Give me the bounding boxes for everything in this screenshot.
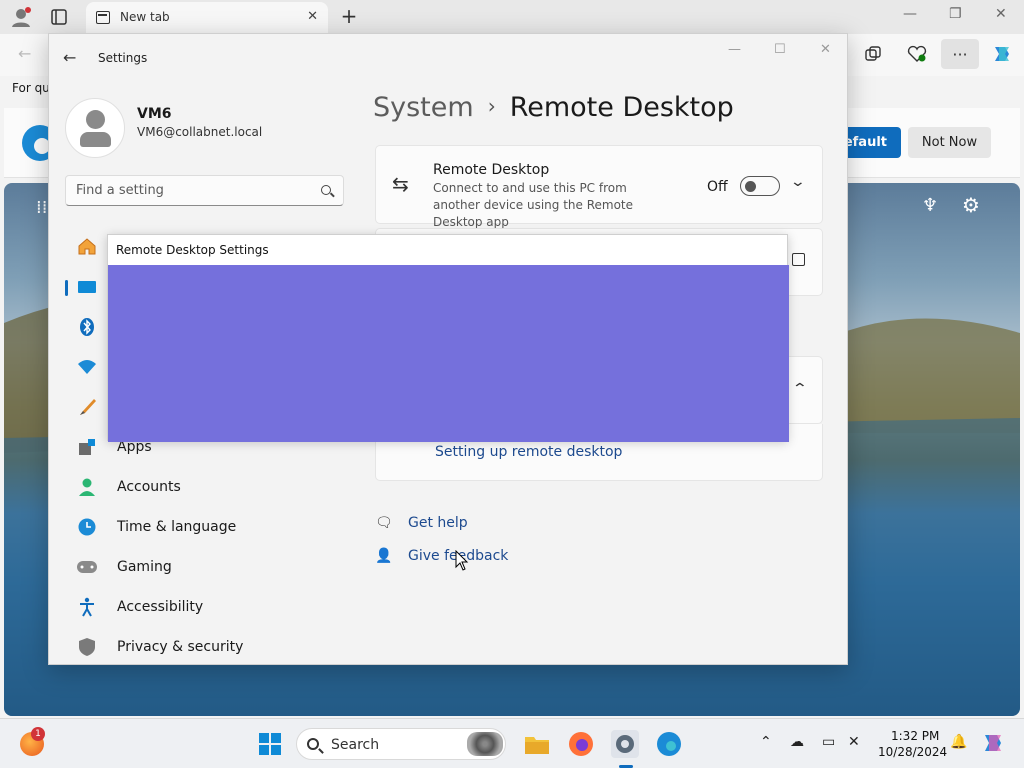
user-avatar[interactable] (65, 98, 125, 158)
get-help-icon: 🗨 (375, 515, 393, 531)
find-setting-input[interactable] (66, 176, 306, 205)
copilot-icon[interactable] (990, 42, 1014, 66)
user-name: VM6 (137, 106, 172, 122)
nav-item-time-language[interactable]: Time & language (65, 509, 345, 545)
get-help-link[interactable]: Get help (408, 515, 468, 531)
clock-date[interactable]: 10/28/2024 (878, 745, 947, 759)
search-highlight-icon (467, 732, 503, 756)
remote-desktop-title: Remote Desktop (433, 162, 550, 178)
chevron-down-icon[interactable]: ⌄ (790, 174, 806, 190)
page-title: Remote Desktop (509, 92, 734, 123)
search-icon[interactable] (321, 185, 331, 195)
remote-desktop-toggle[interactable] (740, 176, 780, 196)
browser-essentials-icon[interactable] (906, 44, 928, 64)
page-settings-gear-icon[interactable]: ⚙ (962, 193, 980, 217)
mouse-pointer-icon (455, 550, 469, 571)
favorites-bar-text: For qu (12, 81, 50, 95)
avatar-head (86, 110, 105, 129)
browser-close-icon[interactable]: ✕ (995, 6, 1007, 22)
gaming-icon (73, 555, 101, 579)
copilot-preview-icon[interactable] (981, 731, 1005, 759)
remote-desktop-state: Off (707, 179, 728, 195)
external-link-icon[interactable] (792, 253, 805, 266)
remote-desktop-settings-dialog[interactable]: Remote Desktop Settings (107, 234, 789, 442)
user-email: VM6@collabnet.local (137, 125, 263, 139)
settings-maximize-icon[interactable]: ☐ (774, 42, 786, 57)
personalization-icon (73, 395, 101, 419)
accounts-icon (73, 475, 101, 499)
home-icon (73, 234, 101, 258)
more-options-icon[interactable]: ··· (941, 39, 979, 69)
remote-desktop-description: Connect to and use this PC from another … (433, 181, 634, 229)
privacy-shield-icon (73, 635, 101, 659)
nav-item-accessibility[interactable]: Accessibility (65, 589, 345, 625)
settings-window-title: Settings (98, 51, 148, 65)
profile-avatar-icon[interactable] (8, 5, 34, 29)
give-feedback-row[interactable]: 👤 Give feedback (375, 548, 508, 564)
collections-icon[interactable] (863, 44, 883, 64)
network-status-icon[interactable]: ☁ (790, 734, 804, 750)
breadcrumb: System › Remote Desktop (373, 92, 734, 123)
nav-item-gaming[interactable]: Gaming (65, 549, 345, 585)
edge-app-icon[interactable] (655, 730, 683, 758)
settings-minimize-icon[interactable]: — (728, 42, 741, 57)
tab-new-tab[interactable]: New tab ✕ (86, 2, 328, 34)
settings-back-icon[interactable]: ← (63, 48, 76, 67)
breadcrumb-chevron-icon: › (487, 94, 496, 118)
remote-desktop-icon: ⇆ (392, 172, 409, 196)
dialog-body[interactable] (108, 265, 789, 442)
time-language-icon (73, 515, 101, 539)
tab-title: New tab (120, 10, 170, 24)
display-icon[interactable]: ▭ (822, 734, 835, 750)
chevron-up-icon[interactable]: ⌃ (792, 381, 808, 397)
volume-muted-icon[interactable]: ✕ (848, 734, 860, 750)
tab-bar: New tab ✕ + — ❐ ✕ (0, 0, 1024, 34)
avatar-body (80, 132, 111, 147)
network-icon (73, 355, 101, 379)
settings-close-icon[interactable]: ✕ (820, 42, 831, 57)
nav-item-label: Time & language (117, 519, 237, 535)
dialog-title: Remote Desktop Settings (116, 243, 269, 257)
nav-item-label: Accessibility (117, 599, 204, 615)
breadcrumb-parent[interactable]: System (373, 92, 474, 123)
taskbar-search[interactable]: Search (296, 728, 506, 760)
find-setting-box[interactable] (65, 175, 344, 206)
browser-restore-icon[interactable]: ❐ (949, 6, 962, 22)
tab-actions-icon[interactable] (50, 8, 68, 26)
close-tab-icon[interactable]: ✕ (307, 9, 318, 24)
bluetooth-icon (73, 315, 101, 339)
new-tab-page-icon (96, 11, 110, 24)
show-hidden-icons-chevron-icon[interactable]: ⌃ (760, 734, 772, 750)
nav-item-label: Privacy & security (117, 639, 244, 655)
file-explorer-icon[interactable] (523, 730, 551, 758)
give-feedback-icon: 👤 (375, 548, 393, 564)
nav-item-privacy-security[interactable]: Privacy & security (65, 629, 345, 664)
nav-item-label: Gaming (117, 559, 172, 575)
taskbar-search-icon (307, 738, 319, 750)
notification-badge: 1 (31, 727, 45, 741)
taskbar: 1 Search ⌃ ☁ ▭ ✕ 1:32 PM 10/28/2024 🔔 (0, 718, 1024, 768)
not-now-button[interactable]: Not Now (908, 127, 991, 158)
clock-time[interactable]: 1:32 PM (891, 729, 939, 743)
accessibility-icon (73, 595, 101, 619)
apps-icon (73, 435, 101, 459)
new-tab-plus-icon[interactable]: + (340, 4, 358, 28)
set-default-button[interactable]: default (835, 127, 901, 158)
nav-item-label: Accounts (117, 479, 181, 495)
notification-bell-icon[interactable]: 🔔 (950, 734, 967, 750)
browser-minimize-icon[interactable]: — (903, 6, 917, 22)
rewards-trophy-icon[interactable]: ♆ (922, 195, 938, 216)
taskbar-search-label: Search (331, 737, 380, 753)
system-icon (73, 275, 101, 299)
remote-desktop-card[interactable]: ⇆ Remote Desktop Connect to and use this… (375, 145, 823, 229)
settings-gear-app-icon[interactable] (611, 730, 639, 758)
apps-grid-icon[interactable]: ⁞⁞ (36, 197, 47, 218)
setting-up-remote-desktop-link[interactable]: Setting up remote desktop (435, 444, 622, 460)
firefox-icon[interactable] (567, 730, 595, 758)
start-windows-icon[interactable] (256, 730, 284, 758)
nav-item-accounts[interactable]: Accounts (65, 469, 345, 505)
get-help-row[interactable]: 🗨 Get help (375, 515, 468, 531)
back-arrow-icon[interactable]: ← (18, 44, 31, 63)
